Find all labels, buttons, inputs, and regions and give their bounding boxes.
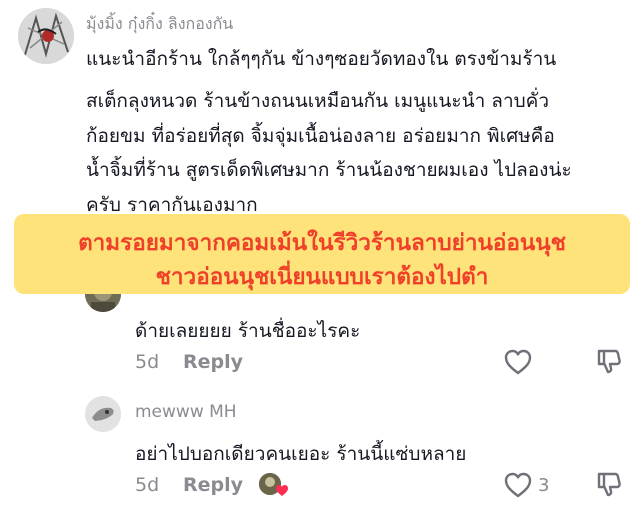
reply-button[interactable]: Reply [183,351,243,373]
comment-time: 5d [135,351,160,373]
avatar-image [18,8,74,64]
comment-username[interactable]: mewww MH [135,402,237,422]
heart-filled-icon [276,485,288,496]
comment-username[interactable]: มุ้งมิ้ง กุ๋งกิ๋ง ลิงกองกัน [86,12,233,37]
banner-line-1: ตามรอยมาจากคอมเม้นในรีวิวร้านลาบย่านอ่อน… [78,230,566,256]
overlay-caption-banner: ตามรอยมาจากคอมเม้นในรีวิวร้านลาบย่านอ่อน… [14,214,630,294]
dislike-icon[interactable] [594,469,624,499]
comment-text: อย่าไปบอกเดียวคนเยอะ ร้านนี้แซ่บหลาย [135,443,467,465]
heart-outline-icon[interactable] [503,348,533,376]
comment-line: ก้อยขม ที่อร่อยที่สุด จิ้มจุ่มเนื้อน่องล… [86,125,555,147]
heart-outline-icon[interactable] [503,471,533,499]
banner-line-2: ชาวอ่อนนุชเนี่ยนแบบเราต้องไปตำ [155,264,489,290]
comment-line: สเต็กลุงหนวด ร้านข้างถนนเหมือนกัน เมนูแน… [86,90,550,112]
avatar-image [85,396,121,432]
comment-text: ด้ายเลยยยย ร้านชื่ออะไรคะ [135,320,361,342]
reply-button[interactable]: Reply [183,474,243,496]
like-count: 3 [538,475,550,496]
avatar[interactable] [18,8,74,64]
dislike-icon[interactable] [594,346,624,376]
comment-time: 5d [135,474,160,496]
comment-line: น้ำจิ้มที่ร้าน สูตรเด็ดพิเศษมาก ร้านน้อง… [86,159,572,181]
avatar[interactable] [85,396,121,432]
liked-by-creator-icon [259,472,291,498]
comment-line: แนะนำอีกร้าน ใกล้ๆๆกัน ข้างๆซอยวัดทองใน … [86,48,557,70]
